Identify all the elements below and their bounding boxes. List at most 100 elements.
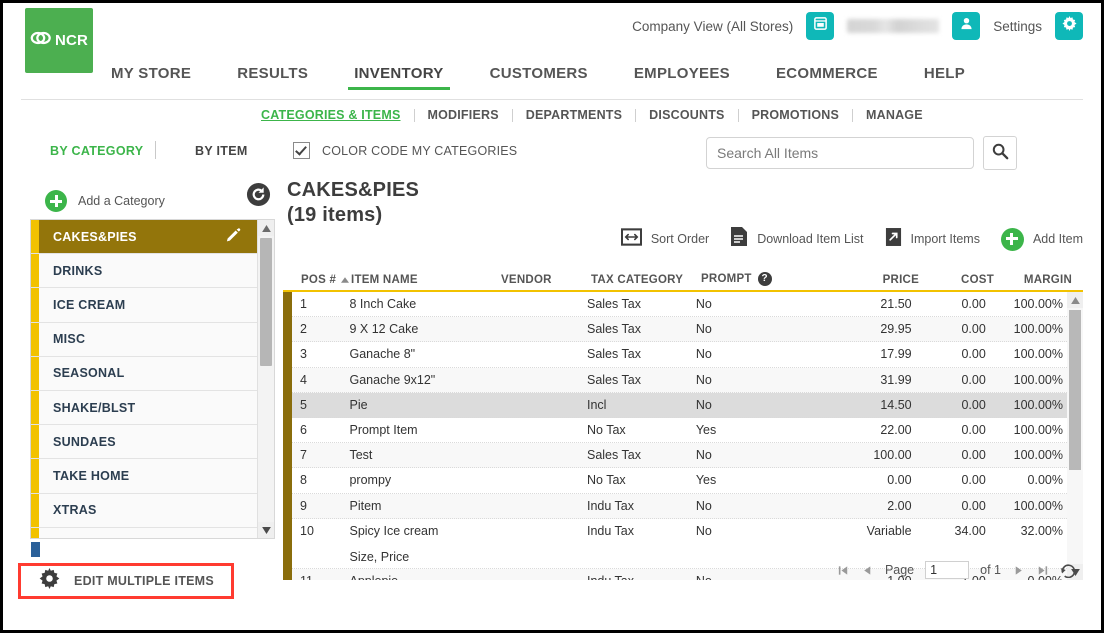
edit-multiple-items-button[interactable]: EDIT MULTIPLE ITEMS [18,563,234,599]
nav-customers[interactable]: CUSTOMERS [490,65,588,90]
category-label: DRINKS [53,263,103,278]
table-row[interactable]: 8 prompy No Tax Yes 0.00 0.00 0.00% [292,468,1067,494]
cell-cost: 0.00 [961,347,986,362]
download-item-list-button[interactable]: Download Item List [730,226,864,252]
settings-label[interactable]: Settings [993,19,1042,34]
question-mark-icon[interactable]: ? [757,272,772,286]
scrollbar-thumb[interactable] [260,238,272,366]
column-header-margin[interactable]: MARGIN [994,274,1076,290]
nav-inventory[interactable]: INVENTORY [348,65,451,90]
category-label: SEASONAL [53,366,125,381]
category-item-xtras[interactable]: XTRAS [31,493,258,528]
table-row[interactable]: 3 Ganache 8" Sales Tax No 17.99 0.00 100… [292,342,1067,368]
category-item-sundaes[interactable]: SUNDAES [31,425,258,460]
next-page-icon[interactable] [1012,564,1025,577]
grid-scrollbar[interactable] [1067,292,1083,580]
nav-my-store[interactable]: MY STORE [111,65,191,90]
cell-tax-category: Incl [586,397,607,412]
nav-results[interactable]: RESULTS [237,65,308,90]
sort-order-button[interactable]: Sort Order [620,227,710,252]
table-row[interactable]: 1 8 Inch Cake Sales Tax No 21.50 0.00 10… [292,292,1067,318]
scroll-up-icon[interactable] [258,220,274,236]
cell-prompt: Yes [695,473,717,488]
table-row[interactable]: 4 Ganache 9x12" Sales Tax No 31.99 0.00 … [292,367,1067,393]
first-page-icon[interactable] [837,564,850,577]
column-header-item-name[interactable]: ITEM NAME [351,274,501,290]
tab-by-item[interactable]: BY ITEM [195,144,248,158]
page-number-input[interactable] [925,561,970,579]
column-header-price[interactable]: PRICE [819,274,919,290]
add-item-button[interactable]: Add Item [1000,227,1083,251]
category-label: MISC [53,332,86,347]
category-item-shake-blst[interactable]: SHAKE/BLST [31,390,258,426]
column-header-pos[interactable]: POS # [293,274,351,290]
edit-pencil-icon[interactable] [225,228,242,245]
cell-margin: 100.00% [1013,422,1063,437]
company-view-label: Company View (All Stores) [632,18,794,34]
tab-by-category[interactable]: BY CATEGORY [50,144,143,158]
column-header-vendor[interactable]: VENDOR [501,274,591,290]
color-code-categories-toggle[interactable]: COLOR CODE MY CATEGORIES [293,142,517,159]
last-page-icon[interactable] [1036,564,1049,577]
refresh-icon[interactable] [1060,563,1077,578]
category-item-take-home[interactable]: TAKE HOME [31,459,258,494]
category-list-scrollbar[interactable] [257,220,274,538]
subnav-manage[interactable]: MANAGE [866,108,923,122]
column-header-prompt[interactable]: PROMPT ? [701,272,819,290]
subnav-departments[interactable]: DEPARTMENTS [526,108,622,122]
page-total-label: of 1 [980,563,1001,577]
table-row[interactable]: 9 Pitem Indu Tax No 2.00 0.00 100.00% [292,493,1067,519]
cell-tax-category: Sales Tax [586,322,641,337]
cell-item-name: prompy [349,473,392,488]
table-row[interactable]: 6 Prompt Item No Tax Yes 22.00 0.00 100.… [292,417,1067,444]
scrollbar-thumb[interactable] [1069,310,1081,470]
table-row[interactable]: 7 Test Sales Tax No 100.00 0.00 100.00% [292,443,1067,469]
scroll-up-icon[interactable] [1067,292,1083,308]
refresh-category-button[interactable] [246,182,271,212]
scroll-down-icon[interactable] [258,522,274,538]
subnav-discounts[interactable]: DISCOUNTS [649,108,724,122]
table-row[interactable]: 5 Pie Incl No 14.50 0.00 100.00% [292,392,1067,418]
category-color-bar [31,356,39,390]
category-item-ice-cream[interactable]: ICE CREAM [31,288,258,323]
filter-divider [155,141,156,159]
category-item-seasonal[interactable]: SEASONAL [31,356,258,391]
table-row[interactable]: 2 9 X 12 Cake Sales Tax No 29.95 0.00 10… [292,317,1067,343]
nav-ecommerce[interactable]: ECOMMERCE [776,65,878,90]
person-icon [959,16,974,36]
ncr-logo[interactable]: NCR [25,8,93,73]
sort-order-label: Sort Order [650,232,710,246]
settings-button[interactable] [1055,12,1083,40]
cell-pos: 11 [292,574,349,580]
cell-pos: 9 [300,498,307,513]
cell-tax-category: Indu Tax [586,498,635,513]
category-title: CAKES&PIES [287,179,420,201]
cell-item-name: Test [349,448,373,463]
cell-prompt: Yes [695,422,717,437]
search-input[interactable] [706,137,974,169]
cell-price: 22.00 [880,422,912,437]
search-button[interactable] [983,136,1017,170]
checkbox-checked-icon[interactable] [293,142,310,159]
category-item-drinks[interactable]: DRINKS [31,254,258,289]
subnav-promotions[interactable]: PROMOTIONS [752,108,839,122]
subnav-modifiers[interactable]: MODIFIERS [428,108,499,122]
search-icon [991,142,1009,165]
category-item-cakes-pies[interactable]: CAKES&PIES [31,220,258,255]
cell-item-name: Spicy Ice cream [349,523,439,538]
subnav-categories-items[interactable]: CATEGORIES & ITEMS [261,108,401,122]
store-selector-button[interactable] [806,12,835,40]
column-header-cost[interactable]: COST [919,274,994,290]
sort-ascending-icon [341,274,350,286]
category-label: SUNDAES [53,434,116,449]
import-items-button[interactable]: Import Items [885,227,980,252]
category-item-misc[interactable]: MISC [31,322,258,357]
add-category-button[interactable]: Add a Category [45,190,165,212]
user-account-button[interactable] [952,12,981,40]
nav-employees[interactable]: EMPLOYEES [634,65,730,90]
nav-help[interactable]: HELP [924,65,965,90]
column-header-tax-category[interactable]: TAX CATEGORY [591,274,701,290]
gear-icon [1061,16,1077,36]
previous-page-icon[interactable] [861,564,874,577]
category-item-food[interactable]: Food [31,527,258,538]
